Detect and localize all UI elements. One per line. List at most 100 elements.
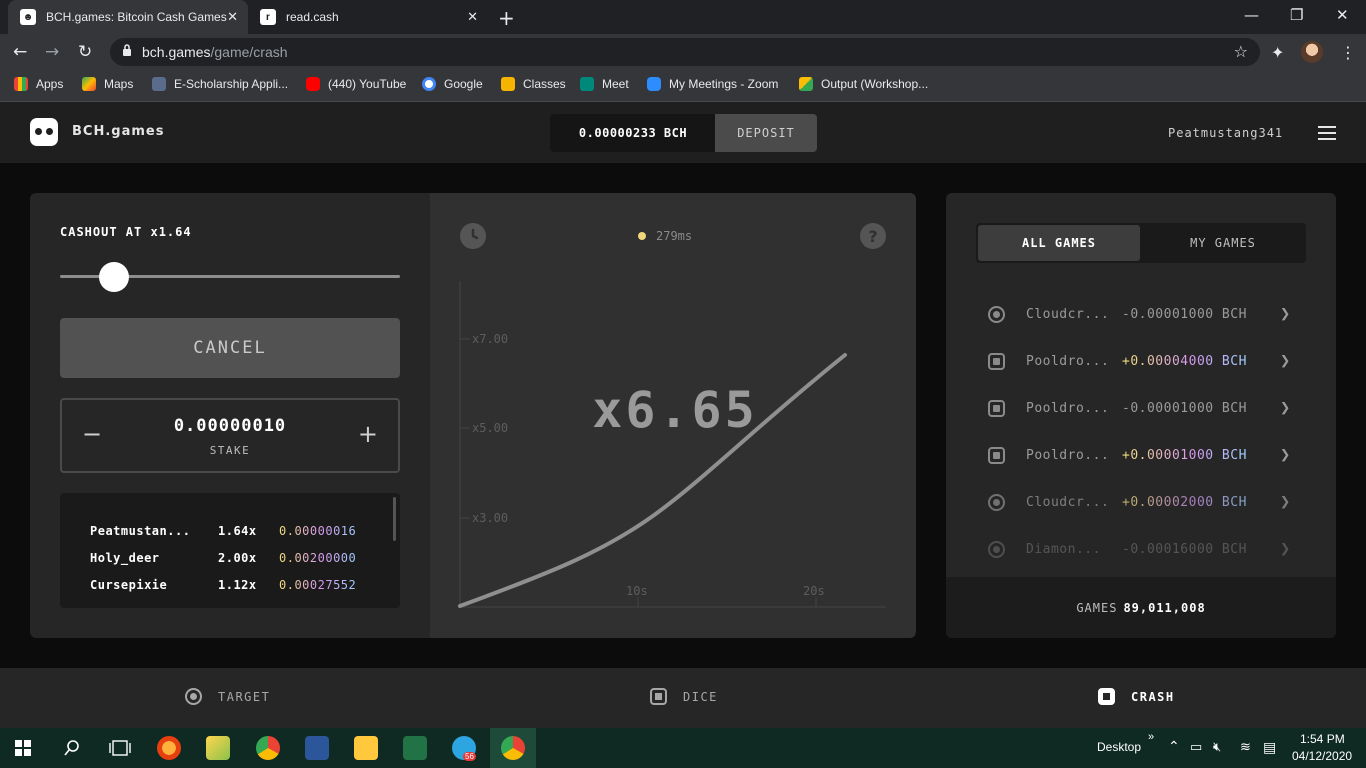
windows-start-icon[interactable]	[15, 740, 31, 756]
live-bets-list[interactable]: Peatmustan... 1.64x 0.00000016 Holy_deer…	[60, 493, 400, 608]
chevron-right-icon[interactable]: ❯	[1280, 304, 1291, 324]
game-row[interactable]: Cloudcr... +0.00002000 BCH ❯	[986, 492, 1296, 512]
e-scholarship-icon	[152, 77, 166, 91]
game-navigation: TARGET DICE CRASH	[0, 668, 1366, 728]
chevron-right-icon[interactable]: ❯	[1280, 398, 1291, 418]
x-tick-label: 20s	[803, 584, 825, 598]
game-row[interactable]: Pooldro... -0.00001000 BCH ❯	[986, 398, 1296, 418]
search-icon[interactable]	[63, 739, 81, 757]
excel-icon[interactable]	[403, 736, 427, 760]
firefox-icon[interactable]	[157, 736, 181, 760]
bookmark-apps[interactable]: Apps	[14, 77, 63, 91]
clock-date[interactable]: 04/12/2020	[1292, 749, 1352, 763]
google-drive-icon	[799, 77, 813, 91]
bookmark-label: Classes	[523, 77, 566, 91]
task-view-icon[interactable]	[109, 740, 131, 756]
increase-stake-button[interactable]: +	[358, 420, 378, 448]
deposit-button[interactable]: DEPOSIT	[715, 114, 817, 152]
bookmark-google[interactable]: Google	[422, 77, 483, 91]
chevron-right-icon[interactable]: ❯	[1280, 492, 1291, 512]
bookmark-maps[interactable]: Maps	[82, 77, 133, 91]
dice-icon	[650, 688, 667, 705]
bookmark-classes[interactable]: Classes	[501, 77, 566, 91]
desktop-toolbar[interactable]: Desktop	[1097, 740, 1141, 754]
game-row[interactable]: Pooldro... +0.00001000 BCH ❯	[986, 445, 1296, 465]
username[interactable]: Peatmustang341	[1168, 126, 1283, 140]
minimize-window-icon[interactable]: —	[1244, 6, 1259, 24]
cashout-slider-knob[interactable]	[99, 262, 130, 292]
maximize-window-icon[interactable]: ❐	[1290, 6, 1303, 24]
browser-tab-read-cash[interactable]: r read.cash ✕	[248, 0, 488, 34]
target-game-icon	[988, 494, 1005, 511]
nav-crash[interactable]: CRASH	[1098, 688, 1175, 705]
target-game-icon	[988, 541, 1005, 558]
speaker-muted-icon[interactable]: 🔇︎	[1213, 739, 1221, 755]
bookmark-zoom[interactable]: My Meetings - Zoom	[647, 77, 778, 91]
bookmark-star-icon[interactable]: ☆	[1234, 42, 1248, 61]
new-tab-button[interactable]: +	[498, 6, 515, 30]
forward-arrow-icon[interactable]: →	[45, 42, 59, 62]
bookmark-output[interactable]: Output (Workshop...	[799, 77, 928, 91]
bet-multiplier: 1.64x	[218, 524, 257, 538]
address-bar[interactable]: bch.games/game/crash ☆	[110, 38, 1260, 66]
chrome-icon[interactable]	[256, 736, 280, 760]
url-text: bch.games/game/crash	[142, 44, 288, 60]
chevron-right-icon[interactable]: ❯	[1280, 539, 1291, 559]
word-icon[interactable]	[305, 736, 329, 760]
extensions-puzzle-icon[interactable]: ✦	[1271, 43, 1284, 62]
game-amount: -0.00016000 BCH	[1122, 542, 1247, 557]
windows-taskbar: 56 Desktop » ⌃ ▭ 🔇︎ ≋ ▤ 1:54 PM 04/12/20…	[0, 728, 1366, 768]
back-arrow-icon[interactable]: ←	[13, 42, 27, 62]
action-center-icon[interactable]: ▤	[1263, 739, 1276, 756]
close-window-icon[interactable]: ✕	[1336, 6, 1349, 24]
chevron-right-icon[interactable]: ❯	[1280, 445, 1291, 465]
bet-amount: 0.00200000	[279, 551, 357, 565]
bookmark-youtube[interactable]: (440) YouTube	[306, 77, 406, 91]
bch-games-logo-icon[interactable]	[30, 118, 58, 146]
game-row[interactable]: Cloudcr... -0.00001000 BCH ❯	[986, 304, 1296, 324]
scrollbar[interactable]	[393, 497, 396, 541]
game-amount: -0.00001000 BCH	[1122, 307, 1247, 322]
nav-dice[interactable]: DICE	[650, 688, 718, 705]
toolbar-expand-icon[interactable]: »	[1148, 731, 1154, 743]
cancel-button[interactable]: CANCEL	[60, 318, 400, 378]
nav-target[interactable]: TARGET	[185, 688, 270, 705]
game-row[interactable]: Pooldro... +0.00004000 BCH ❯	[986, 351, 1296, 371]
brand-name[interactable]: BCH.games	[72, 124, 164, 139]
zoom-icon	[647, 77, 661, 91]
tab-title: BCH.games: Bitcoin Cash Games	[46, 10, 227, 24]
game-row[interactable]: Diamon... -0.00016000 BCH ❯	[986, 539, 1296, 559]
close-tab-icon[interactable]: ✕	[467, 9, 478, 25]
bookmark-e-scholarship[interactable]: E-Scholarship Appli...	[152, 77, 288, 91]
y-tick-label: x5.00	[472, 421, 508, 435]
games-tab-toggle: ALL GAMES MY GAMES	[976, 223, 1306, 263]
show-hidden-icons-chevron-icon[interactable]: ⌃	[1168, 738, 1180, 755]
chrome-active-icon[interactable]	[501, 736, 525, 760]
battery-icon[interactable]: ▭	[1190, 739, 1202, 755]
file-explorer-icon[interactable]	[354, 736, 378, 760]
dice-game-icon	[988, 447, 1005, 464]
photos-icon[interactable]	[206, 736, 230, 760]
tab-all-games[interactable]: ALL GAMES	[978, 225, 1140, 261]
chrome-menu-icon[interactable]: ⋮	[1340, 43, 1356, 62]
crash-chart-panel: 279ms ? x7.00 x5.00 x3.00 10s 20s x6.65	[430, 193, 916, 638]
bookmark-label: E-Scholarship Appli...	[174, 77, 289, 91]
chevron-right-icon[interactable]: ❯	[1280, 351, 1291, 371]
clock-time[interactable]: 1:54 PM	[1300, 732, 1345, 746]
browser-tab-bch-games[interactable]: ☻ BCH.games: Bitcoin Cash Games ✕	[8, 0, 248, 34]
bookmark-meet[interactable]: Meet	[580, 77, 629, 91]
hamburger-menu-icon[interactable]	[1318, 126, 1336, 140]
y-tick-label: x3.00	[472, 511, 508, 525]
tab-my-games[interactable]: MY GAMES	[1142, 225, 1304, 261]
wifi-icon[interactable]: ≋	[1240, 739, 1251, 755]
bookmark-label: Meet	[602, 77, 629, 91]
close-tab-icon[interactable]: ✕	[227, 9, 238, 25]
reload-icon[interactable]: ↻	[78, 42, 92, 62]
profile-avatar[interactable]	[1301, 41, 1323, 63]
target-icon	[185, 688, 202, 705]
cashout-label: CASHOUT AT x1.64	[60, 225, 192, 239]
y-tick-label: x7.00	[472, 332, 508, 346]
stake-value[interactable]: 0.00000010	[62, 416, 398, 436]
stake-input[interactable]: − 0.00000010 STAKE +	[60, 398, 400, 473]
game-amount: +0.00004000 BCH	[1122, 354, 1247, 369]
